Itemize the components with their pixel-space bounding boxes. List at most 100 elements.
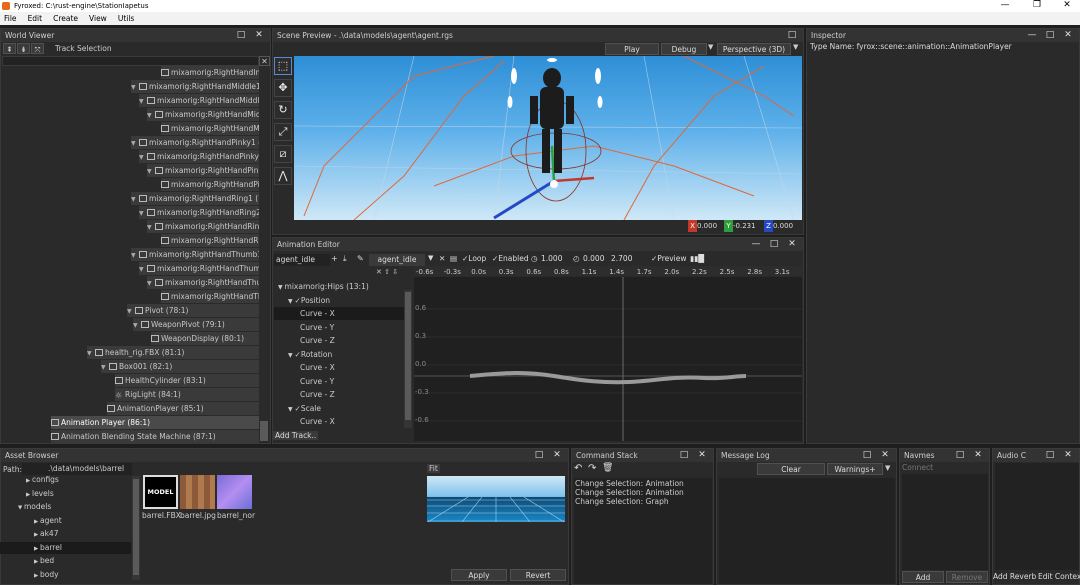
select-tool-icon[interactable]: ⬚ (274, 57, 292, 75)
maximize-panel-icon[interactable]: □ (530, 449, 548, 462)
expand-arrow-icon[interactable]: ▼ (127, 305, 135, 317)
tree-node[interactable]: mixamorig:RightHandInd (161, 66, 259, 79)
tree-node[interactable]: ▼ mixamorig:RightHandMiddl (147, 108, 259, 121)
file-name-1[interactable]: barrel.jpg (180, 511, 216, 520)
command-entry[interactable]: Change Selection: Animation (575, 488, 684, 497)
tree-node[interactable]: ▼ mixamorig:RightHandPinky1 (66 (131, 136, 259, 149)
tree-node[interactable]: ▼ health_rig.FBX (81:1) (87, 346, 259, 359)
folder-item[interactable]: ▶ configs (0, 474, 131, 486)
close-panel-icon[interactable]: ✕ (969, 449, 987, 462)
tree-node[interactable]: mixamorig:RightHandTh (161, 290, 259, 303)
delete-curve-icon[interactable]: ✕ (376, 268, 382, 276)
tree-node[interactable]: ▼ mixamorig:RightHandMiddle2 (139, 94, 259, 107)
delete-animation-icon[interactable]: ✕ (439, 254, 445, 263)
tree-node[interactable]: Animation Player (86:1) (51, 416, 259, 429)
move-down-icon[interactable]: ⇩ (392, 268, 398, 276)
enabled-toggle[interactable]: ✓Enabled (492, 254, 529, 263)
track-scroll-thumb[interactable] (405, 292, 411, 420)
expand-arrow-icon[interactable]: ▼ (147, 277, 155, 289)
animation-select[interactable]: agent_idle (274, 254, 330, 266)
add-animation-icon[interactable]: + (331, 254, 338, 263)
close-panel-icon[interactable]: ✕ (693, 449, 711, 462)
curve-track[interactable]: Curve - X (274, 361, 404, 374)
maximize-button[interactable]: ❐ (1022, 0, 1052, 12)
folder-item[interactable]: ▶ levels (0, 488, 131, 500)
play-button[interactable]: Play (605, 43, 659, 55)
clone-animation-icon[interactable]: ▤ (450, 254, 457, 263)
track-selection-toggle[interactable]: Track Selection (55, 44, 112, 53)
clear-log-button[interactable]: Clear (757, 463, 825, 475)
track-group[interactable]: ▼ ✓Position (274, 294, 404, 307)
connect-button[interactable]: Connect (902, 463, 933, 472)
expand-all-icon[interactable]: ⇟ (17, 43, 30, 54)
track-group[interactable]: ▼ ✓Rotation (274, 348, 404, 361)
close-panel-icon[interactable]: ✕ (250, 29, 268, 42)
terrain-tool-icon[interactable]: ⋀ (274, 167, 292, 185)
curve-track[interactable]: Curve - Z (274, 388, 404, 401)
tree-node[interactable]: AnimationPlayer (85:1) (107, 402, 259, 415)
log-filter-dropdown-icon[interactable]: ▼ (885, 464, 890, 472)
rotate-tool-icon[interactable]: ↻ (274, 101, 292, 119)
navmesh-tool-icon[interactable]: ⧄ (274, 145, 292, 163)
time-start-field[interactable]: 0.000 (583, 254, 604, 263)
tree-node[interactable]: mixamorig:RightHandRir (161, 234, 259, 247)
expand-arrow-icon[interactable]: ▼ (131, 249, 139, 261)
expand-arrow-icon[interactable]: ▼ (131, 81, 139, 93)
add-reverb-button[interactable]: Add Reverb (993, 572, 1036, 581)
menu-file[interactable]: File (0, 12, 24, 25)
menu-view[interactable]: View (85, 12, 114, 25)
folder-item[interactable]: ▶ bed (0, 555, 131, 567)
search-input[interactable] (2, 56, 259, 66)
close-panel-icon[interactable]: ✕ (783, 238, 801, 251)
rename-icon[interactable]: ✎ (357, 254, 364, 263)
tree-node[interactable]: ▼ mixamorig:RightHandThum (147, 276, 259, 289)
expand-arrow-icon[interactable]: ▼ (131, 137, 139, 149)
track-header[interactable]: ▼ mixamorig:Hips (13:1) (274, 280, 404, 293)
add-track-button[interactable]: Add Track.. (273, 431, 319, 440)
folder-item[interactable]: ▶ ak47 (0, 528, 131, 540)
undo-icon[interactable]: ↶ (574, 463, 582, 474)
clear-stack-icon[interactable]: 🗑 (602, 463, 613, 473)
folder-item[interactable]: ▶ barrel (0, 541, 131, 554)
curve-line[interactable] (469, 370, 747, 385)
close-window-button[interactable]: ✕ (1052, 0, 1080, 12)
tree-node[interactable]: mixamorig:RightHandPir (161, 178, 259, 191)
curve-track[interactable]: Curve - X (274, 307, 404, 320)
folder-scrollbar[interactable] (132, 476, 140, 580)
debug-button[interactable]: Debug (661, 43, 707, 55)
move-up-icon[interactable]: ⇧ (384, 268, 390, 276)
maximize-panel-icon[interactable]: □ (951, 449, 969, 462)
expand-arrow-icon[interactable]: ▼ (87, 347, 95, 359)
maximize-panel-icon[interactable]: □ (783, 29, 801, 42)
camera-mode-select[interactable]: Perspective (3D) (717, 43, 791, 55)
locate-icon[interactable]: ⤧ (31, 43, 44, 54)
minimize-button[interactable]: — (990, 0, 1020, 12)
play-pause-icon[interactable]: ▮▮█ (690, 254, 704, 263)
maximize-panel-icon[interactable]: □ (765, 238, 783, 251)
track-group[interactable]: ▼ ✓Scale (274, 402, 404, 415)
scale-tool-icon[interactable]: ⤢ (274, 123, 292, 141)
loop-toggle[interactable]: ✓Loop (462, 254, 486, 263)
tree-node[interactable]: ▼ Pivot (78:1) (127, 304, 259, 317)
redo-icon[interactable]: ↷ (588, 463, 596, 474)
tree-node[interactable]: HealthCylinder (83:1) (115, 374, 259, 387)
expand-arrow-icon[interactable]: ▼ (139, 95, 147, 107)
wood-texture-thumbnail[interactable] (180, 475, 215, 509)
tree-scrollbar[interactable] (260, 421, 268, 441)
minimize-panel-icon[interactable]: — (747, 238, 765, 251)
tree-node[interactable]: ▼ mixamorig:RightHandRing3 (147, 220, 259, 233)
expand-arrow-icon[interactable]: ▼ (131, 193, 139, 205)
tree-node[interactable]: WeaponDisplay (80:1) (151, 332, 259, 345)
folder-item[interactable]: ▶ agent (0, 515, 131, 527)
camera-dropdown-icon[interactable]: ▼ (793, 43, 798, 51)
file-name-2[interactable]: barrel_nor (217, 511, 255, 520)
edit-context-button[interactable]: Edit Context (1038, 572, 1080, 581)
time-end-field[interactable]: 2.700 (611, 254, 632, 263)
remove-navmesh-button[interactable]: Remove (946, 571, 988, 583)
close-panel-icon[interactable]: ✕ (548, 449, 566, 462)
speed-field[interactable]: 1.000 (541, 254, 562, 263)
expand-arrow-icon[interactable]: ▼ (101, 361, 109, 373)
import-animation-icon[interactable]: ⤓ (343, 254, 347, 264)
curve-track[interactable]: Curve - Y (274, 321, 404, 334)
preview-toggle[interactable]: ✓Preview (651, 254, 687, 263)
